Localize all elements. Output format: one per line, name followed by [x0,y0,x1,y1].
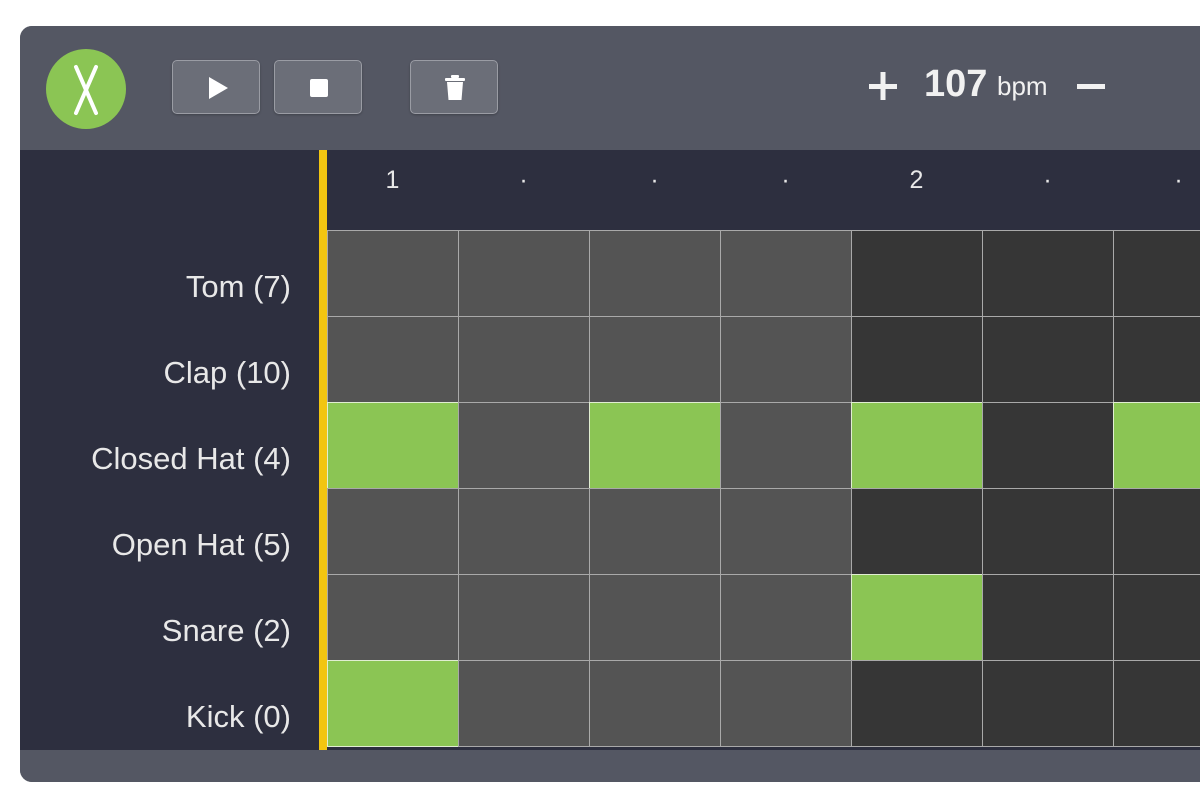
step-cell[interactable] [720,402,852,489]
step-cell[interactable] [589,230,721,317]
step-cell[interactable] [327,488,459,575]
step-cell[interactable] [1113,230,1200,317]
trash-icon [445,75,465,100]
beat-label: 1 [385,166,400,194]
track-label-tom: Tom (7) [185,269,291,304]
sequencer-area: Tom (7) Clap (10) Closed Hat (4) Open Ha… [20,150,1200,750]
footer-bar [20,750,1200,782]
sequencer-window: 107 bpm Tom (7) Clap (10) Closed Hat (4)… [20,26,1200,782]
step-cell[interactable] [458,660,590,747]
track-label-open-hat: Open Hat (5) [111,527,291,562]
beat-label: 2 [909,166,924,194]
step-cell[interactable] [720,660,852,747]
stop-icon [310,79,328,97]
step-cell[interactable] [458,402,590,489]
step-cell-active[interactable] [327,402,459,489]
step-cell[interactable] [1113,316,1200,403]
step-grid [327,230,1200,750]
toolbar: 107 bpm [20,26,1200,148]
step-cell[interactable] [982,402,1114,489]
beat-label: · [1043,166,1052,194]
step-cell[interactable] [458,488,590,575]
step-cell[interactable] [982,316,1114,403]
step-cell[interactable] [589,574,721,661]
step-cell[interactable] [1113,660,1200,747]
step-cell[interactable] [851,660,983,747]
step-cell[interactable] [720,230,852,317]
stop-button[interactable] [274,60,362,114]
step-cell-active[interactable] [327,660,459,747]
beat-label: · [519,166,528,194]
tempo-value: 107 [924,63,988,105]
step-cell[interactable] [982,574,1114,661]
tempo-unit: bpm [997,71,1048,101]
step-cell[interactable] [720,316,852,403]
step-cell[interactable] [982,230,1114,317]
step-cell[interactable] [982,660,1114,747]
step-cell[interactable] [458,574,590,661]
minus-icon [1077,84,1105,89]
step-cell[interactable] [327,574,459,661]
step-cell[interactable] [589,316,721,403]
play-button[interactable] [172,60,260,114]
track-label-column: Tom (7) Clap (10) Closed Hat (4) Open Ha… [20,150,319,750]
step-cell-active[interactable] [1113,402,1200,489]
step-cell[interactable] [589,660,721,747]
step-cell[interactable] [1113,574,1200,661]
step-cell[interactable] [458,316,590,403]
step-cell[interactable] [851,488,983,575]
plus-icon [869,72,897,100]
beat-label: · [781,166,790,194]
track-label-clap: Clap (10) [163,355,292,390]
step-cell[interactable] [327,230,459,317]
beat-label: · [650,166,659,194]
tempo-decrease-button[interactable] [1074,66,1108,106]
crossed-drumsticks-icon [46,49,126,129]
step-cell-active[interactable] [589,402,721,489]
beat-label: · [1174,166,1183,194]
track-label-kick: Kick (0) [185,699,291,734]
tempo-increase-button[interactable] [866,66,900,106]
step-cell[interactable] [589,488,721,575]
play-icon [209,77,228,99]
step-cell[interactable] [982,488,1114,575]
step-cell[interactable] [720,488,852,575]
step-cell-active[interactable] [851,402,983,489]
step-cell[interactable] [720,574,852,661]
track-label-snare: Snare (2) [161,613,291,648]
clear-button[interactable] [410,60,498,114]
track-label-closed-hat: Closed Hat (4) [91,441,291,476]
step-cell[interactable] [1113,488,1200,575]
step-cell[interactable] [851,316,983,403]
beat-ruler: 1 · · · 2 · · [327,150,1200,230]
step-cell-active[interactable] [851,574,983,661]
step-cell[interactable] [327,316,459,403]
step-cell[interactable] [458,230,590,317]
step-cell[interactable] [851,230,983,317]
playhead [319,150,327,750]
